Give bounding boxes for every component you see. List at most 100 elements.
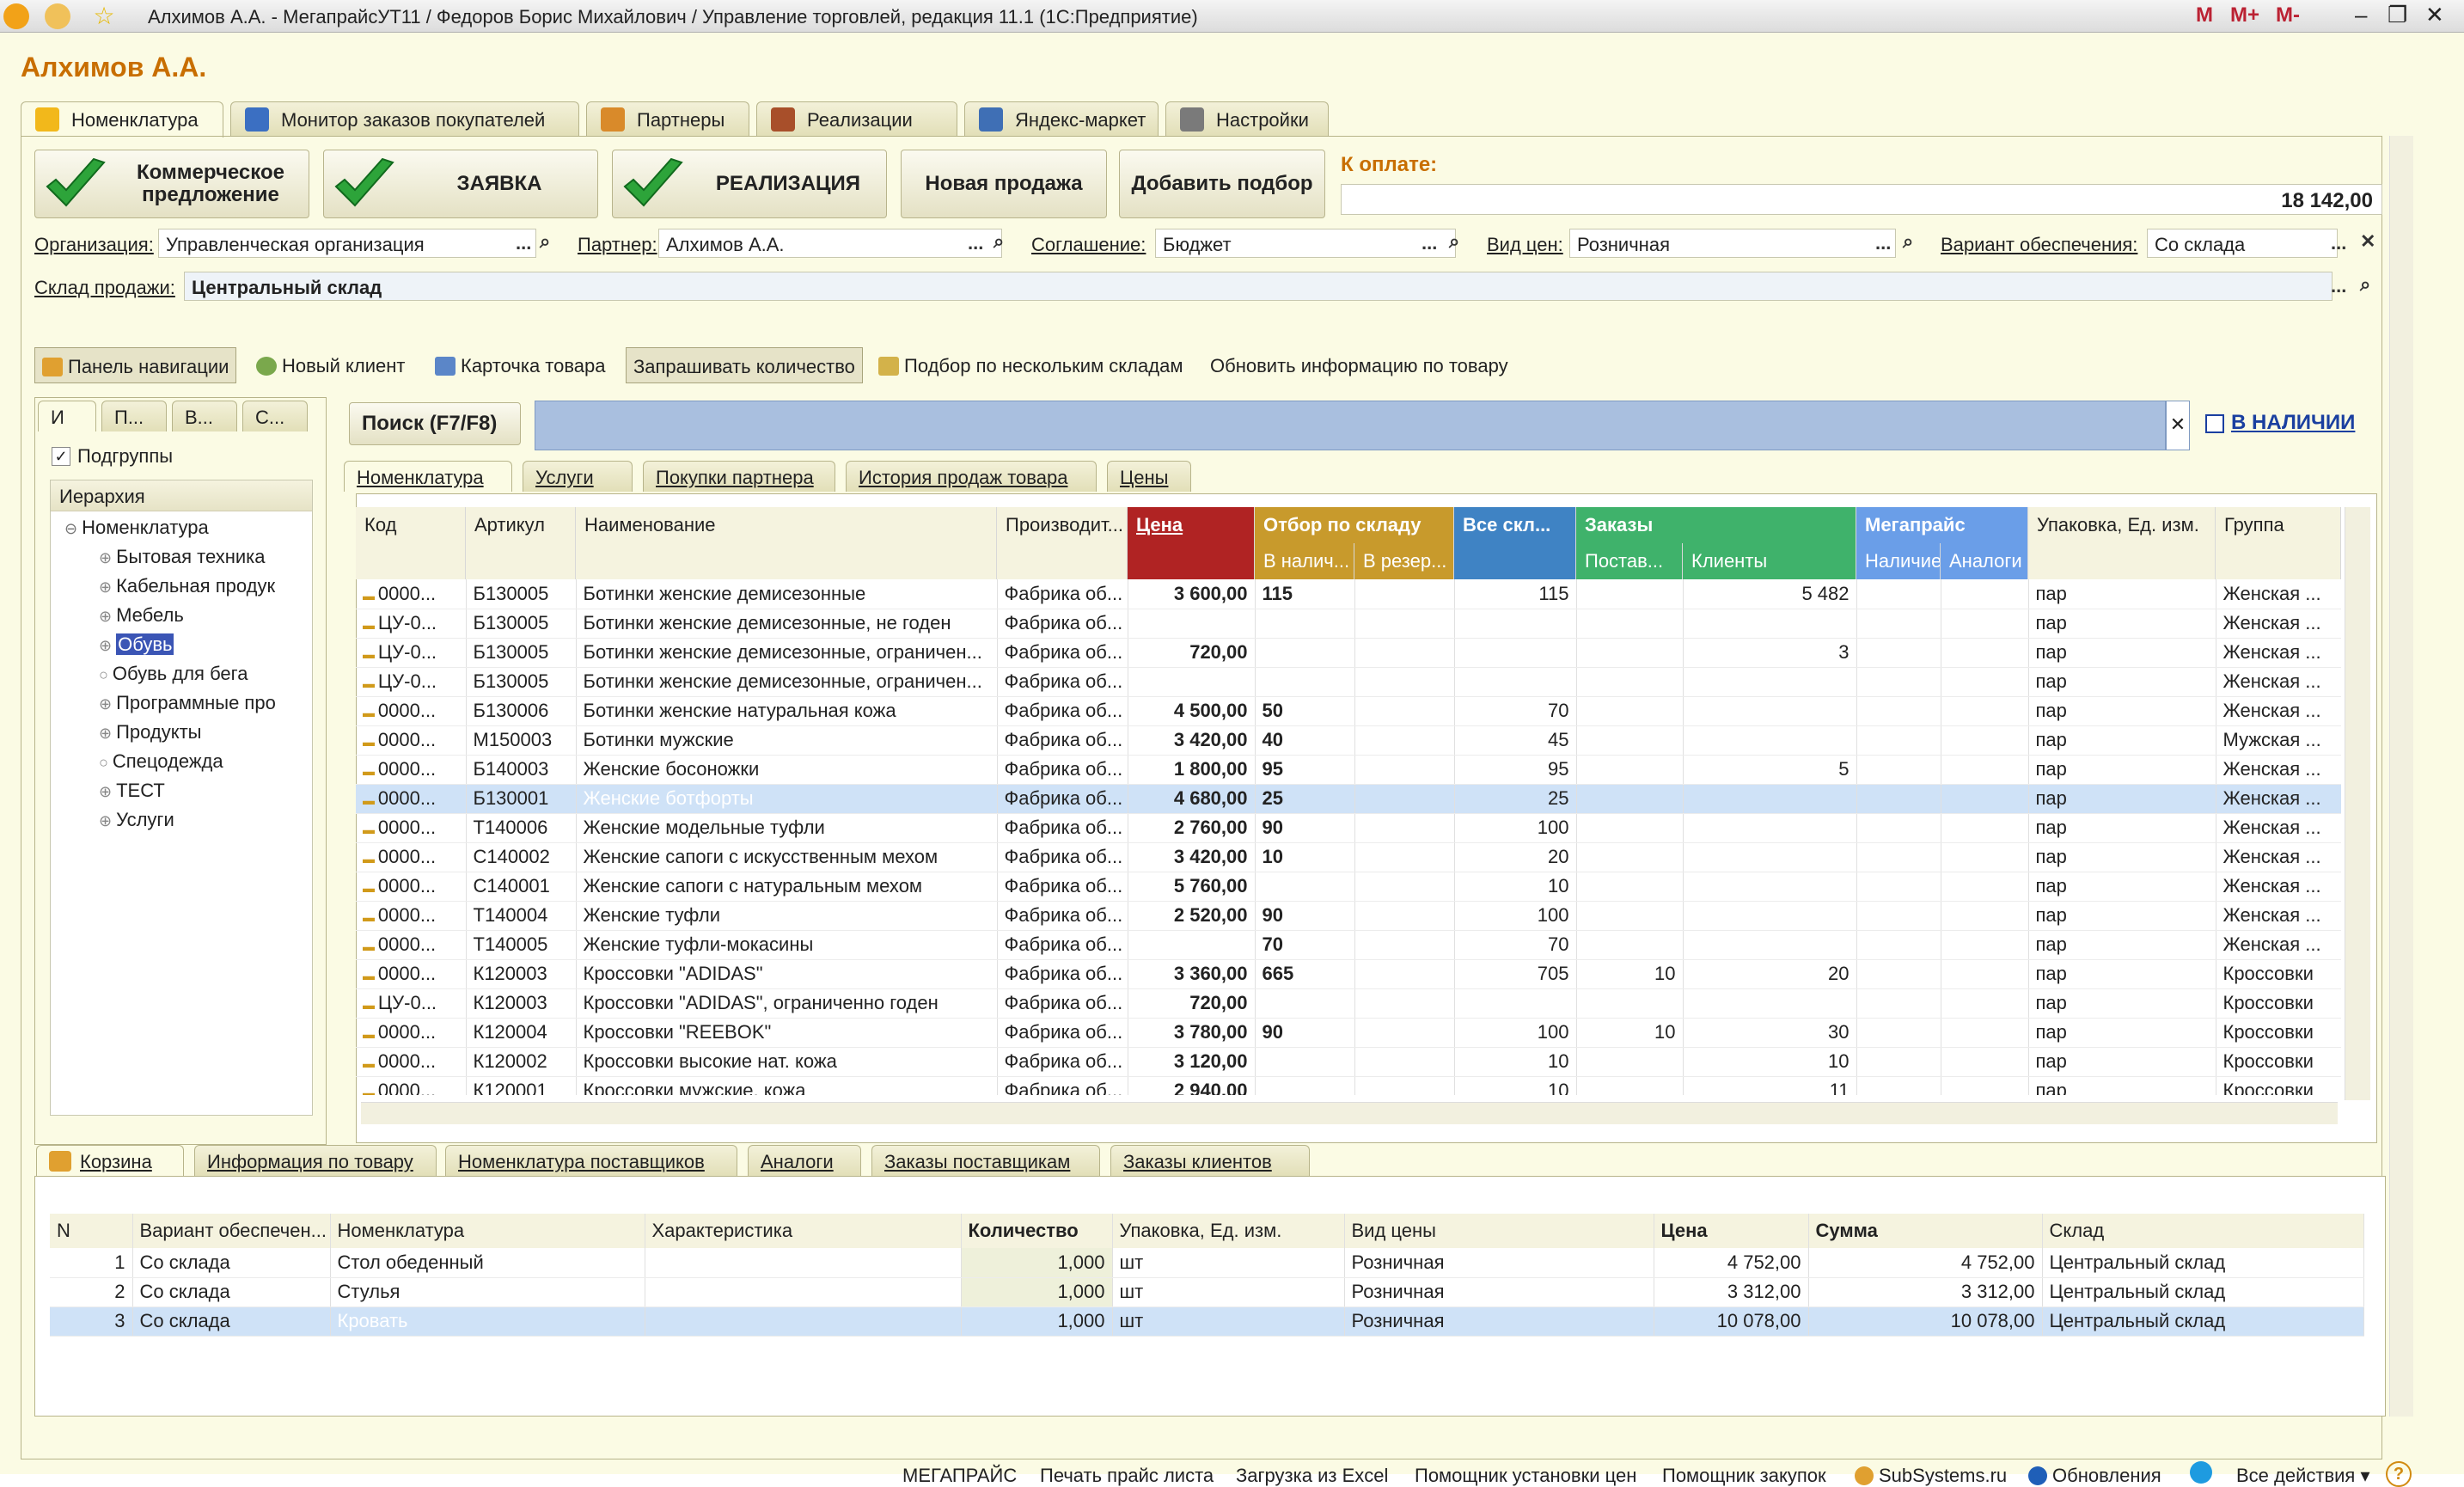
grid-header-name[interactable]: Наименование — [576, 507, 997, 579]
footer-link-2[interactable]: Загрузка из Excel — [1236, 1465, 1388, 1487]
tree-root[interactable]: ⊖ Номенклатура — [64, 517, 209, 539]
grid-tab-1[interactable]: Услуги — [523, 461, 633, 492]
partner-field[interactable]: Алхимов А.А. — [658, 229, 1002, 258]
table-row[interactable]: ▬ 0000... Т140006 Женские модельные туфли Ф… — [356, 813, 2341, 843]
table-row[interactable]: ▬ 0000... Б130001 Женские ботфорты Фабрика … — [356, 784, 2341, 814]
table-row[interactable]: ▬ 0000... С140002 Женские сапоги с искусст… — [356, 842, 2341, 872]
skype-icon[interactable] — [2190, 1461, 2212, 1484]
help-icon[interactable]: ? — [2386, 1461, 2412, 1487]
footer-link-3[interactable]: Помощник установки цен — [1415, 1465, 1636, 1487]
table-row[interactable]: ▬ ЦУ-0... К120003 Кроссовки "ADIDAS", огра… — [356, 988, 2341, 1019]
in-stock-checkbox[interactable] — [2205, 414, 2224, 433]
cart-header-7[interactable]: Цена — [1654, 1214, 1809, 1248]
expand-icon[interactable]: ○ — [99, 754, 113, 771]
grid-header-wh[interactable]: Отбор по складу — [1255, 507, 1454, 543]
cart-header-5[interactable]: Упаковка, Ед. изм. — [1112, 1214, 1345, 1248]
bottom-tab-1[interactable]: Информация по товару — [194, 1145, 437, 1176]
collapse-icon[interactable]: ⊖ — [64, 520, 82, 537]
left-tab-0[interactable]: И — [38, 401, 96, 431]
item-card-button[interactable]: Карточка товара — [428, 347, 613, 383]
left-tab-1[interactable]: П... — [101, 401, 167, 431]
grid-vertical-scrollbar[interactable] — [2345, 507, 2370, 1100]
footer-link-1[interactable]: Печать прайс листа — [1040, 1465, 1214, 1487]
table-row[interactable]: ▬ 0000... Б130005 Ботинки женские демисезо… — [356, 579, 2341, 609]
warehouse-ellipsis-button[interactable]: ... — [2331, 275, 2346, 297]
grid-header-pack[interactable]: Упаковка, Ед. изм. — [2028, 507, 2216, 579]
warehouse-field[interactable]: Центральный склад — [184, 272, 2333, 301]
cart-header-4[interactable]: Количество — [961, 1214, 1113, 1248]
table-row[interactable]: ▬ 0000... К120001 Кроссовки мужские, кожа Ф… — [356, 1076, 2341, 1095]
search-button[interactable]: Поиск (F7/F8) — [349, 402, 521, 445]
tree-item[interactable]: ○ Обувь для бега — [99, 663, 305, 685]
grid-header-allwh[interactable]: Все скл... — [1454, 507, 1576, 579]
clear-search-icon[interactable]: ✕ — [2166, 401, 2190, 450]
left-tab-3[interactable]: С... — [242, 401, 308, 431]
grid-tab-0[interactable]: Номенклатура — [344, 461, 512, 492]
tree-item[interactable]: ⊕ Кабельная продук — [99, 575, 305, 597]
request-button[interactable]: ЗАЯВКА — [323, 150, 598, 218]
close-icon[interactable]: ✕ — [2425, 2, 2444, 28]
price-type-field[interactable]: Розничная — [1569, 229, 1896, 258]
tab-sales[interactable]: Реализации — [756, 101, 957, 136]
footer-link-5[interactable]: SubSystems.ru — [1855, 1465, 2007, 1487]
grid-tab-4[interactable]: Цены — [1107, 461, 1191, 492]
cart-row[interactable]: 3 Со склада Кровать 1,000 шт Розничная 10 078,… — [50, 1306, 2364, 1337]
table-row[interactable]: ▬ 0000... Т140004 Женские туфли Фабрика об.… — [356, 901, 2341, 931]
grid-header-article[interactable]: Артикул — [466, 507, 576, 579]
commercial-offer-button[interactable]: Коммерческое предложение — [34, 150, 309, 218]
expand-icon[interactable]: ○ — [99, 666, 113, 683]
table-row[interactable]: ▬ ЦУ-0... Б130005 Ботинки женские демисезо… — [356, 667, 2341, 697]
grid-header-wh-avail[interactable]: В налич... — [1255, 543, 1354, 579]
cart-row[interactable]: 2 Со склада Стулья 1,000 шт Розничная 3 312,00… — [50, 1277, 2364, 1307]
cart-header-8[interactable]: Сумма — [1808, 1214, 2043, 1248]
org-field[interactable]: Управленческая организация — [158, 229, 536, 258]
expand-icon[interactable]: ⊕ — [99, 695, 116, 713]
footer-link-7[interactable]: Все действия ▾ — [2236, 1465, 2370, 1487]
bottom-tab-3[interactable]: Аналоги — [748, 1145, 861, 1176]
footer-link-6[interactable]: Обновления — [2028, 1465, 2161, 1487]
grid-header-ord-sup[interactable]: Постав... — [1576, 543, 1683, 579]
tab-settings[interactable]: Настройки — [1165, 101, 1329, 136]
page-vertical-scrollbar[interactable] — [2389, 136, 2413, 1417]
memory-m-button[interactable]: M — [2196, 3, 2213, 28]
agreement-ellipsis-button[interactable]: ... — [1422, 232, 1437, 254]
tree-item[interactable]: ⊕ Продукты — [99, 721, 305, 744]
grid-header-maker[interactable]: Производит... — [997, 507, 1128, 579]
cart-header-6[interactable]: Вид цены — [1344, 1214, 1654, 1248]
in-stock-label[interactable]: В НАЛИЧИИ — [2231, 411, 2355, 435]
expand-icon[interactable]: ⊕ — [99, 578, 116, 596]
grid-tab-2[interactable]: Покупки партнера — [643, 461, 835, 492]
search-icon[interactable]: ⌕ — [2360, 273, 2370, 296]
tree-item[interactable]: ⊕ Программные про — [99, 692, 305, 714]
restore-icon[interactable]: ❐ — [2388, 2, 2407, 28]
add-selection-button[interactable]: Добавить подбор — [1119, 150, 1325, 218]
bottom-tab-4[interactable]: Заказы поставщикам — [871, 1145, 1100, 1176]
search-icon[interactable]: ⌕ — [540, 230, 550, 253]
bottom-tab-0[interactable]: Корзина — [36, 1145, 184, 1176]
table-row[interactable]: ▬ ЦУ-0... Б130005 Ботинки женские демисезо… — [356, 638, 2341, 668]
table-row[interactable]: ▬ 0000... Б130006 Ботинки женские натураль… — [356, 696, 2341, 726]
minimize-icon[interactable]: – — [2355, 2, 2367, 28]
org-ellipsis-button[interactable]: ... — [516, 232, 531, 254]
left-tab-2[interactable]: В... — [172, 401, 237, 431]
grid-tab-3[interactable]: История продаж товара — [846, 461, 1097, 492]
search-icon[interactable]: ⌕ — [1449, 230, 1459, 253]
search-icon[interactable]: ⌕ — [1903, 230, 1913, 253]
grid-header-mega-avail[interactable]: Наличие — [1856, 543, 1941, 579]
table-row[interactable]: ▬ 0000... К120002 Кроссовки высокие нат. к… — [356, 1047, 2341, 1077]
tree-item[interactable]: ○ Спецодежда — [99, 750, 305, 773]
expand-icon[interactable]: ⊕ — [99, 637, 116, 654]
agreement-field[interactable]: Бюджет — [1155, 229, 1456, 258]
tree-item[interactable]: ⊕ Мебель — [99, 604, 305, 627]
expand-icon[interactable]: ⊕ — [99, 725, 116, 742]
footer-link-4[interactable]: Помощник закупок — [1662, 1465, 1826, 1487]
expand-icon[interactable]: ⊕ — [99, 608, 116, 625]
expand-icon[interactable]: ⊕ — [99, 812, 116, 829]
footer-link-0[interactable]: МЕГАПРАЙС — [902, 1465, 1017, 1487]
tab-catalog[interactable]: Номенклатура — [21, 101, 223, 138]
grid-header-code[interactable]: Код — [356, 507, 466, 579]
bottom-tab-5[interactable]: Заказы клиентов — [1110, 1145, 1310, 1176]
grid-header-orders[interactable]: Заказы — [1576, 507, 1856, 543]
tab-partners[interactable]: Партнеры — [586, 101, 749, 136]
table-row[interactable]: ▬ ЦУ-0... Б130005 Ботинки женские демисезо… — [356, 609, 2341, 639]
